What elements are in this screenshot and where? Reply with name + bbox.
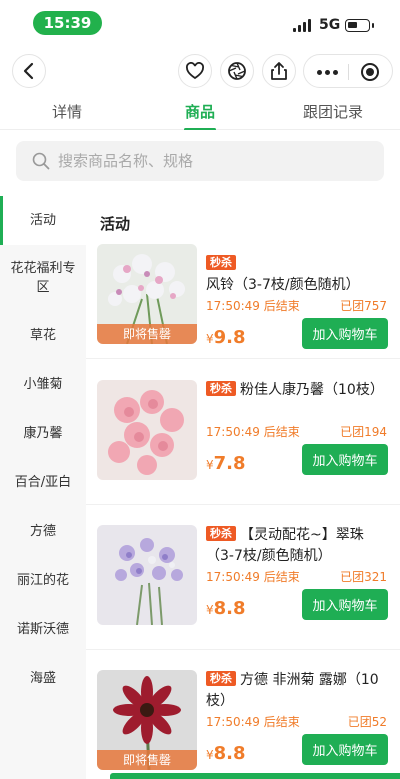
sidebar-item-herbaceous[interactable]: 草花 bbox=[0, 311, 86, 360]
price: ¥8.8 bbox=[206, 598, 246, 619]
favorite-icon bbox=[186, 62, 204, 80]
back-button[interactable] bbox=[12, 54, 46, 88]
sidebar-item-haisheng[interactable]: 海盛 bbox=[0, 654, 86, 703]
share-button[interactable] bbox=[262, 54, 296, 88]
soldout-overlay: 即将售罄 bbox=[97, 750, 197, 770]
countdown: 17:50:49 后结束 bbox=[206, 715, 300, 729]
more-icon[interactable] bbox=[317, 70, 338, 75]
price: ¥8.8 bbox=[206, 743, 246, 764]
group-count: 已团321 bbox=[340, 570, 387, 584]
network-label: 5G bbox=[319, 17, 341, 33]
add-to-cart-button[interactable]: 加入购物车 bbox=[302, 444, 388, 475]
sidebar-item-welfare[interactable]: 花花福利专区 bbox=[0, 245, 86, 311]
add-to-cart-button[interactable]: 加入购物车 bbox=[302, 318, 388, 349]
soldout-overlay: 即将售罄 bbox=[97, 324, 197, 344]
sidebar-item-fangde[interactable]: 方德 bbox=[0, 507, 86, 556]
aperture-button[interactable] bbox=[220, 54, 254, 88]
aperture-icon bbox=[228, 62, 246, 80]
product-card[interactable]: 秒杀 【灵动配花~】翠珠（3-7枝/颜色随机） 17:50:49 后结束 已团32… bbox=[86, 505, 400, 650]
tab-products[interactable]: 商品 bbox=[185, 101, 215, 122]
bottom-bar bbox=[110, 773, 400, 779]
group-count: 已团52 bbox=[347, 715, 387, 729]
sidebar-item-activity[interactable]: 活动 bbox=[0, 196, 86, 245]
price: ¥9.8 bbox=[206, 327, 246, 348]
product-title: 秒杀 【灵动配花~】翠珠（3-7枝/颜色随机） bbox=[206, 526, 364, 564]
tab-group-records[interactable]: 跟团记录 bbox=[303, 101, 363, 122]
group-count: 已团194 bbox=[340, 425, 387, 439]
add-to-cart-button[interactable]: 加入购物车 bbox=[302, 589, 388, 620]
tab-bar: 详情 商品 跟团记录 bbox=[0, 92, 400, 131]
group-count: 已团757 bbox=[340, 299, 387, 313]
product-image[interactable] bbox=[97, 525, 197, 625]
product-title: 秒杀 粉佳人康乃馨（10枝） bbox=[206, 380, 388, 401]
flash-sale-badge: 秒杀 bbox=[206, 671, 236, 686]
search-icon bbox=[32, 152, 50, 170]
product-list: 活动 即将售罄 秒杀风铃（3-7枝/颜色随机） 17:50:49 后结束 已团7… bbox=[86, 196, 400, 779]
product-title: 秒杀风铃（3-7枝/颜色随机） bbox=[206, 255, 360, 293]
status-time: 15:39 bbox=[33, 11, 102, 35]
sidebar-item-lijiang[interactable]: 丽江的花 bbox=[0, 556, 86, 605]
product-title: 秒杀 方德 非洲菊 露娜（10枝） bbox=[206, 671, 379, 709]
search-box[interactable] bbox=[16, 141, 384, 181]
sidebar-item-daisy[interactable]: 小雏菊 bbox=[0, 360, 86, 409]
search-input[interactable] bbox=[58, 141, 358, 181]
countdown: 17:50:49 后结束 bbox=[206, 425, 300, 439]
signal-icon bbox=[293, 19, 313, 32]
sidebar-item-nuosiwode[interactable]: 诺斯沃德 bbox=[0, 605, 86, 654]
sidebar-item-lily[interactable]: 百合/亚白 bbox=[0, 458, 86, 507]
product-image[interactable]: 即将售罄 bbox=[97, 244, 197, 344]
status-bar: 15:39 5G bbox=[0, 0, 400, 46]
countdown: 17:50:49 后结束 bbox=[206, 299, 300, 313]
product-card[interactable]: 即将售罄 秒杀风铃（3-7枝/颜色随机） 17:50:49 后结束 已团757 … bbox=[86, 214, 400, 359]
battery-icon bbox=[345, 19, 374, 32]
countdown: 17:50:49 后结束 bbox=[206, 570, 300, 584]
product-image[interactable]: 即将售罄 bbox=[97, 670, 197, 770]
target-icon[interactable] bbox=[361, 63, 379, 81]
nav-bar bbox=[0, 46, 400, 92]
product-image[interactable] bbox=[97, 380, 197, 480]
tab-details[interactable]: 详情 bbox=[52, 101, 82, 122]
sidebar-item-carnation[interactable]: 康乃馨 bbox=[0, 409, 86, 458]
flash-sale-badge: 秒杀 bbox=[206, 526, 236, 541]
favorite-button[interactable] bbox=[178, 54, 212, 88]
mini-program-capsule bbox=[303, 54, 393, 88]
back-icon bbox=[23, 62, 34, 80]
product-card[interactable]: 即将售罄 秒杀 方德 非洲菊 露娜（10枝） 17:50:49 后结束 已团52 … bbox=[86, 650, 400, 779]
search-area bbox=[0, 130, 400, 196]
flash-sale-badge: 秒杀 bbox=[206, 255, 236, 270]
price: ¥7.8 bbox=[206, 453, 246, 474]
category-sidebar: 活动 花花福利专区 草花 小雏菊 康乃馨 百合/亚白 方德 丽江的花 诺斯沃德 … bbox=[0, 196, 86, 779]
add-to-cart-button[interactable]: 加入购物车 bbox=[302, 734, 388, 765]
product-card[interactable]: 秒杀 粉佳人康乃馨（10枝） 17:50:49 后结束 已团194 ¥7.8 加入… bbox=[86, 360, 400, 505]
share-icon bbox=[271, 62, 287, 80]
flash-sale-badge: 秒杀 bbox=[206, 381, 236, 396]
